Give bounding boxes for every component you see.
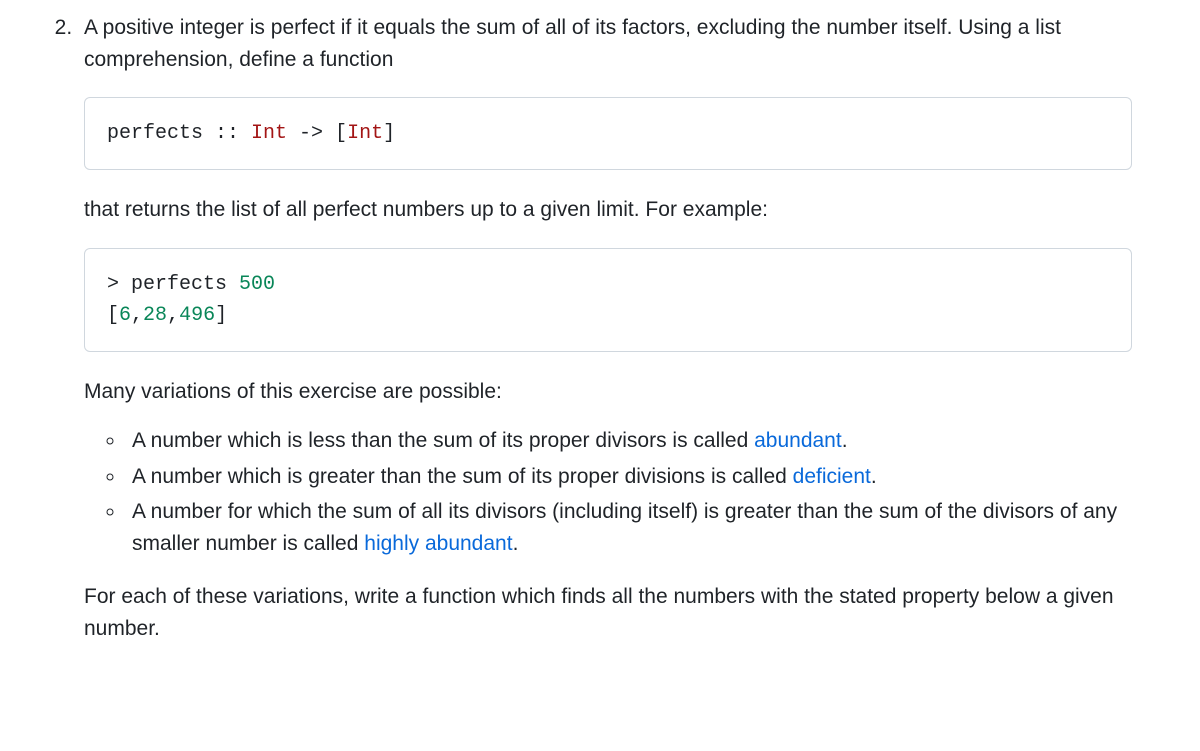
code-number: 6 [119, 304, 131, 327]
ordered-list: A positive integer is perfect if it equa… [0, 12, 1200, 644]
code-type: Int [347, 122, 383, 145]
intro-paragraph: A positive integer is perfect if it equa… [84, 12, 1132, 75]
link-abundant[interactable]: abundant [754, 429, 842, 452]
list-item: A number which is greater than the sum o… [126, 461, 1132, 493]
code-text: > perfects [107, 273, 239, 296]
list-item: A number which is less than the sum of i… [126, 425, 1132, 457]
code-text: ] [215, 304, 227, 327]
bullet-text: A number which is greater than the sum o… [132, 465, 793, 488]
outro-paragraph: For each of these variations, write a fu… [84, 581, 1132, 644]
code-number: 500 [239, 273, 275, 296]
bullet-text: A number which is less than the sum of i… [132, 429, 754, 452]
code-block-example: > perfects 500 [6,28,496] [84, 248, 1132, 352]
exercise-content: A positive integer is perfect if it equa… [84, 12, 1200, 644]
variations-intro: Many variations of this exercise are pos… [84, 376, 1132, 408]
bullet-text: A number for which the sum of all its di… [132, 500, 1117, 555]
list-item: A number for which the sum of all its di… [126, 496, 1132, 559]
code-text: perfects :: [107, 122, 251, 145]
code-text: , [131, 304, 143, 327]
code-text: -> [ [287, 122, 347, 145]
code-type: Int [251, 122, 287, 145]
variations-list: A number which is less than the sum of i… [84, 425, 1132, 559]
code-text: , [167, 304, 179, 327]
code-number: 28 [143, 304, 167, 327]
code-block-signature: perfects :: Int -> [Int] [84, 97, 1132, 170]
link-highly-abundant[interactable]: highly abundant [364, 532, 512, 555]
code-text: ] [383, 122, 395, 145]
link-deficient[interactable]: deficient [793, 465, 871, 488]
bullet-text: . [513, 532, 519, 555]
bullet-text: . [871, 465, 877, 488]
mid-paragraph: that returns the list of all perfect num… [84, 194, 1132, 226]
bullet-text: . [842, 429, 848, 452]
code-number: 496 [179, 304, 215, 327]
page: A positive integer is perfect if it equa… [0, 0, 1200, 682]
exercise-item: A positive integer is perfect if it equa… [78, 12, 1200, 644]
code-text: [ [107, 304, 119, 327]
